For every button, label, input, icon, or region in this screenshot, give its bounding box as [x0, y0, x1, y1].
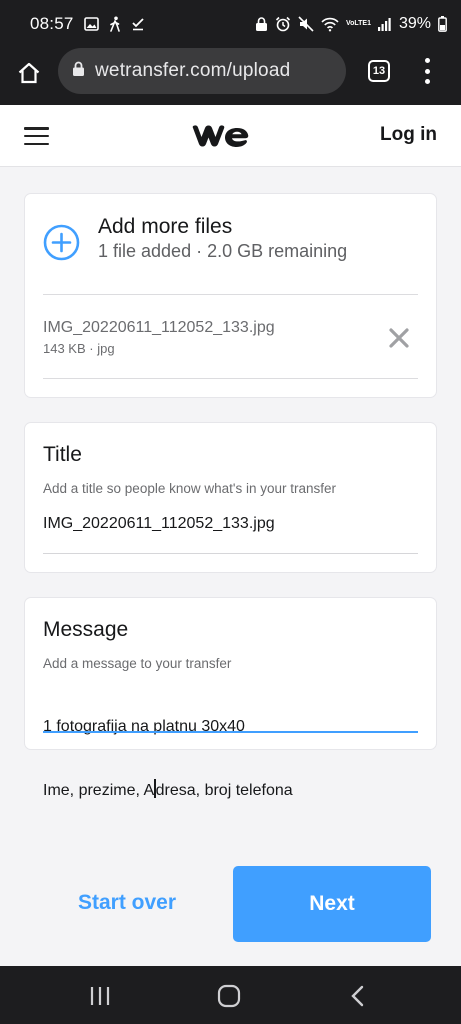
network-label: VoLTE1	[345, 20, 371, 27]
check-icon	[131, 17, 145, 31]
message-label: Message	[43, 618, 129, 641]
divider	[43, 378, 418, 379]
title-input-underline	[43, 553, 418, 554]
message-card: Message Add a message to your transfer 1…	[24, 597, 437, 799]
volte-icon: VoLTE1	[346, 20, 371, 28]
message-text-before-caret: Ime, prezime, A	[43, 782, 155, 799]
wifi-icon	[321, 17, 339, 32]
url-text: wetransfer.com/upload	[95, 60, 291, 81]
lock-icon	[72, 61, 85, 82]
mute-icon	[298, 16, 314, 32]
signal-icon	[377, 17, 392, 31]
message-line-1: 1 fotografija na platnu 30x40	[43, 718, 245, 735]
status-bar: 08:57 VoLTE1 39%	[0, 0, 461, 48]
login-link[interactable]: Log in	[380, 124, 437, 146]
title-label: Title	[43, 443, 82, 466]
wetransfer-logo[interactable]	[191, 123, 249, 154]
title-hint: Add a title so people know what's in you…	[43, 481, 336, 496]
files-card: Add more files 1 file added · 2.0 GB rem…	[24, 193, 437, 398]
message-hint: Add a message to your transfer	[43, 656, 232, 671]
divider	[43, 294, 418, 295]
start-over-button[interactable]: Start over	[78, 891, 176, 915]
message-input-underline	[43, 731, 418, 733]
tab-switcher-button[interactable]: 13	[368, 60, 390, 82]
lock-icon	[255, 16, 268, 32]
site-header: Log in	[0, 105, 461, 167]
gallery-icon	[83, 17, 99, 31]
plus-circle-icon[interactable]	[43, 224, 80, 261]
battery-icon	[438, 16, 447, 32]
system-nav-bar	[0, 966, 461, 1024]
address-bar[interactable]: wetransfer.com/upload	[58, 48, 346, 94]
message-text-after-caret: dresa, broj telefona	[155, 782, 293, 799]
file-name: IMG_20220611_112052_133.jpg	[43, 319, 275, 336]
file-meta: 143 KB · jpg	[43, 341, 115, 356]
alarm-icon	[275, 16, 291, 32]
browser-menu-button[interactable]	[423, 58, 431, 84]
home-circle-icon[interactable]	[217, 984, 241, 1008]
next-button[interactable]: Next	[233, 866, 431, 942]
add-files-button[interactable]: Add more files	[98, 215, 232, 239]
title-input[interactable]: IMG_20220611_112052_133.jpg	[43, 513, 275, 534]
close-icon[interactable]	[388, 327, 410, 349]
status-time: 08:57	[30, 14, 74, 33]
menu-icon[interactable]	[24, 127, 49, 145]
files-summary: 1 file added · 2.0 GB remaining	[98, 241, 348, 261]
recents-icon[interactable]	[88, 984, 112, 1008]
browser-toolbar: wetransfer.com/upload 13	[0, 48, 461, 105]
message-textarea[interactable]: 1 fotografija na platnu 30x40 Ime, prezi…	[43, 674, 293, 843]
message-line-2: Ime, prezime, Adresa, broj telefona	[43, 779, 293, 801]
walk-icon	[109, 16, 121, 32]
battery-percent: 39%	[398, 15, 431, 32]
title-card: Title Add a title so people know what's …	[24, 422, 437, 573]
back-icon[interactable]	[346, 984, 370, 1008]
home-icon[interactable]	[16, 60, 42, 86]
